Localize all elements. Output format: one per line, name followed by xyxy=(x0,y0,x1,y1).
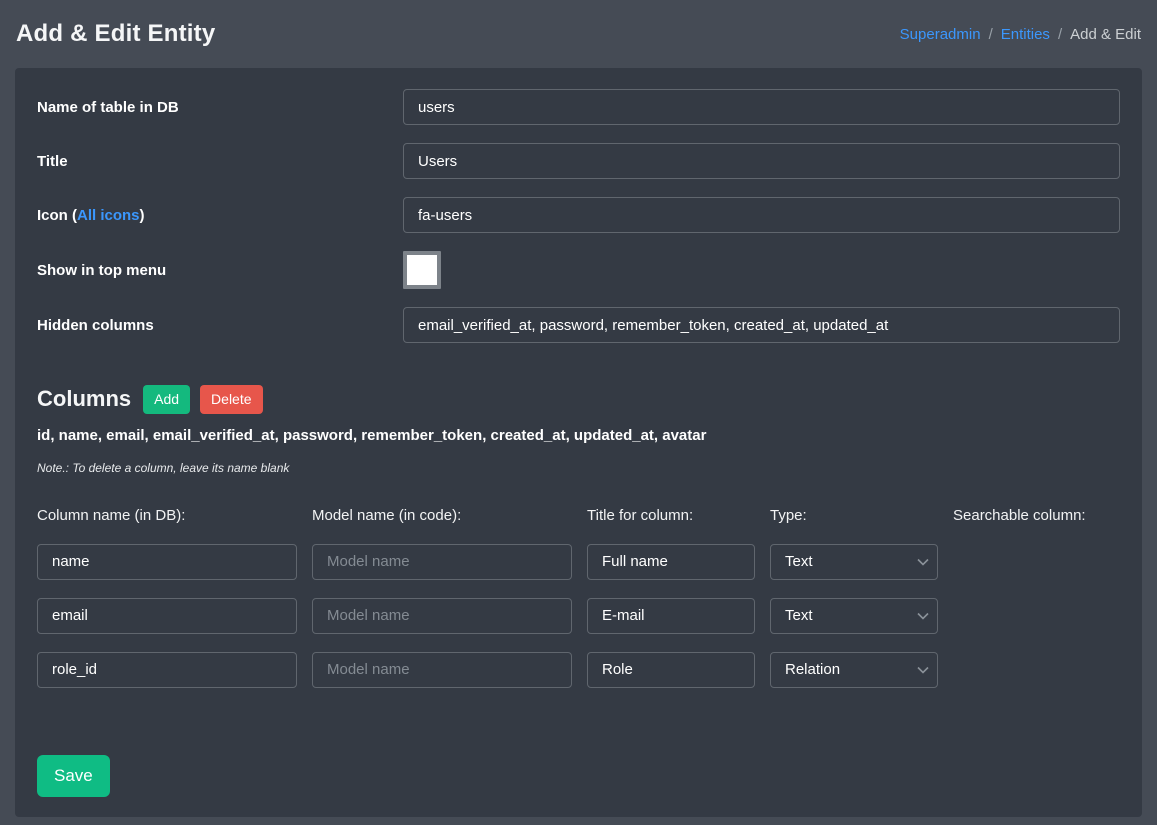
column-row: Relation xyxy=(37,652,1120,688)
type-select[interactable]: Relation xyxy=(770,652,938,688)
type-select[interactable]: Text xyxy=(770,544,938,580)
model-name-input[interactable] xyxy=(312,598,572,634)
title-label: Title xyxy=(37,153,403,170)
breadcrumb: Superadmin / Entities / Add & Edit xyxy=(900,26,1141,43)
icon-label-prefix: Icon ( xyxy=(37,207,77,224)
entity-form-card: Name of table in DB Title Icon (All icon… xyxy=(15,68,1142,817)
header-type: Type: xyxy=(770,507,938,524)
form-row-table-name: Name of table in DB xyxy=(37,89,1120,125)
type-select-wrap: Text xyxy=(770,598,938,634)
all-icons-link[interactable]: All icons xyxy=(77,207,140,224)
column-title-input[interactable] xyxy=(587,544,755,580)
header-column-name: Column name (in DB): xyxy=(37,507,297,524)
column-name-input[interactable] xyxy=(37,598,297,634)
form-row-hidden-columns: Hidden columns xyxy=(37,307,1120,343)
add-column-button[interactable]: Add xyxy=(143,385,190,414)
type-select-wrap: Text xyxy=(770,544,938,580)
type-select[interactable]: Text xyxy=(770,598,938,634)
show-in-top-menu-checkbox[interactable] xyxy=(403,251,441,289)
breadcrumb-link-entities[interactable]: Entities xyxy=(1001,26,1050,43)
topbar: Add & Edit Entity Superadmin / Entities … xyxy=(0,0,1157,68)
delete-column-button[interactable]: Delete xyxy=(200,385,262,414)
column-row: Text xyxy=(37,544,1120,580)
column-name-input[interactable] xyxy=(37,544,297,580)
breadcrumb-separator: / xyxy=(1058,26,1062,43)
save-button[interactable]: Save xyxy=(37,755,110,797)
title-input[interactable] xyxy=(403,143,1120,179)
existing-columns-list: id, name, email, email_verified_at, pass… xyxy=(37,427,1120,444)
table-name-label: Name of table in DB xyxy=(37,99,403,116)
column-name-input[interactable] xyxy=(37,652,297,688)
breadcrumb-current: Add & Edit xyxy=(1070,26,1141,43)
columns-table-header-row: Column name (in DB): Model name (in code… xyxy=(37,507,1120,524)
icon-label: Icon (All icons) xyxy=(37,207,403,224)
hidden-columns-input[interactable] xyxy=(403,307,1120,343)
delete-column-note: Note.: To delete a column, leave its nam… xyxy=(37,461,1120,475)
hidden-columns-label: Hidden columns xyxy=(37,317,403,334)
model-name-input[interactable] xyxy=(312,652,572,688)
model-name-input[interactable] xyxy=(312,544,572,580)
page-title: Add & Edit Entity xyxy=(16,20,215,48)
column-row: Text xyxy=(37,598,1120,634)
breadcrumb-separator: / xyxy=(989,26,993,43)
icon-input[interactable] xyxy=(403,197,1120,233)
column-title-input[interactable] xyxy=(587,652,755,688)
column-title-input[interactable] xyxy=(587,598,755,634)
header-title-for-column: Title for column: xyxy=(587,507,755,524)
columns-heading: Columns xyxy=(37,386,131,412)
header-searchable-column: Searchable column: xyxy=(953,507,1120,524)
type-select-wrap: Relation xyxy=(770,652,938,688)
icon-label-suffix: ) xyxy=(140,207,145,224)
form-row-show-in-top-menu: Show in top menu xyxy=(37,251,1120,289)
form-row-title: Title xyxy=(37,143,1120,179)
table-name-input[interactable] xyxy=(403,89,1120,125)
columns-section-header: Columns Add Delete xyxy=(37,385,1120,414)
form-row-icon: Icon (All icons) xyxy=(37,197,1120,233)
breadcrumb-link-superadmin[interactable]: Superadmin xyxy=(900,26,981,43)
header-model-name: Model name (in code): xyxy=(312,507,572,524)
show-in-top-menu-label: Show in top menu xyxy=(37,262,403,279)
